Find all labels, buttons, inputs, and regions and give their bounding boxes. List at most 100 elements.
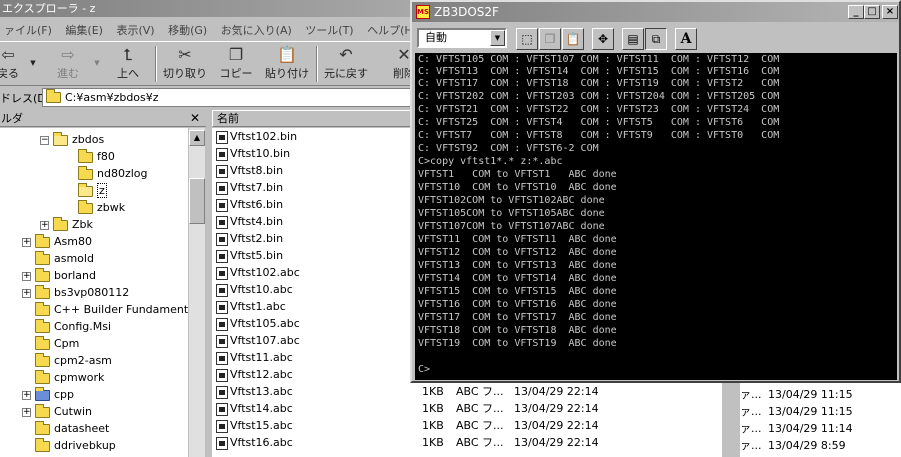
console-title-bar[interactable]: MS ZB3DOS2F _ □ × (412, 2, 899, 22)
tree-item-cpm2-asm[interactable]: cpm2-asm (35, 352, 112, 369)
folder-icon (78, 148, 93, 163)
console-prompt: C> (418, 364, 431, 375)
folder-icon (35, 420, 50, 435)
msdos-icon[interactable]: MS (416, 5, 430, 19)
tree-item-borland[interactable]: + borland (22, 267, 96, 284)
copy-button[interactable]: ❐ コピー (214, 45, 258, 85)
tree-item-zbwk[interactable]: zbwk (78, 199, 125, 216)
expand-icon[interactable]: + (22, 271, 31, 281)
tree-item-nd80zlog[interactable]: nd80zlog (78, 165, 148, 182)
tree-item-zbk[interactable]: + Zbk (40, 216, 93, 233)
folder-tree-scrollbar[interactable]: ▲ (188, 128, 205, 457)
close-icon[interactable]: ✕ (190, 110, 200, 127)
tree-item-cpmwork[interactable]: cpmwork (35, 369, 104, 386)
file-icon (216, 181, 228, 195)
forward-dropdown-icon[interactable]: ▼ (92, 45, 102, 85)
scroll-thumb[interactable] (189, 178, 205, 224)
console-line: VFTST105COM to VFTST105ABC done (418, 208, 605, 219)
tree-item-cutwin[interactable]: + Cutwin (22, 403, 92, 420)
fullscreen-button[interactable]: ✥ (592, 28, 614, 50)
menu-edit[interactable]: 編集(E) (61, 19, 109, 38)
file-icon (216, 198, 228, 212)
tree-item-cpm[interactable]: Cpm (35, 335, 79, 352)
paste-icon: 📋 (565, 32, 581, 46)
tree-item-zbdos[interactable]: − zbdos (40, 131, 104, 148)
minimize-button[interactable]: _ (848, 5, 864, 19)
paste-icon: 📋 (277, 45, 297, 64)
column-header-name[interactable]: 名前 (212, 110, 412, 127)
expand-icon[interactable]: + (22, 237, 31, 247)
console-line: C: VFTST92 COM : VFTST6-2 COM (418, 143, 599, 154)
expand-icon[interactable]: + (22, 407, 31, 417)
console-line: VFTST19 COM to VFTST19 ABC done (418, 338, 617, 349)
folder-icon (35, 267, 50, 282)
background-button[interactable]: ⧉ (645, 28, 667, 50)
copy-icon: ❐ (228, 45, 244, 64)
address-input[interactable]: C:¥asm¥zbdos¥z (42, 88, 414, 107)
console-line: C: VFTST25 COM : VFTST4 COM : VFTST5 COM… (418, 117, 780, 128)
expand-icon[interactable]: + (40, 220, 49, 230)
copy-button[interactable]: ❐ (539, 28, 561, 50)
background-window-edge (722, 382, 740, 457)
up-button[interactable]: ⮤ 上へ (108, 45, 148, 85)
scroll-up-icon[interactable]: ▲ (189, 130, 205, 146)
maximize-button[interactable]: □ (864, 5, 880, 19)
delete-button[interactable]: ✕ 削除 (384, 45, 412, 85)
font-button[interactable]: A (675, 28, 697, 50)
file-icon (216, 164, 228, 178)
console-line: VFTST15 COM to VFTST15 ABC done (418, 286, 617, 297)
file-icon (216, 249, 228, 263)
tree-item-cpp[interactable]: + cpp (22, 386, 74, 403)
menu-go[interactable]: 移動(G) (164, 19, 213, 38)
console-line: VFTST16 COM to VFTST16 ABC done (418, 299, 617, 310)
tree-item-ddrivebkup[interactable]: ddrivebkup (35, 437, 116, 454)
explorer-menubar: ァイル(F) 編集(E) 表示(V) 移動(G) お気に入り(A) ツール(T)… (0, 19, 417, 39)
copy-icon: ❐ (544, 32, 556, 46)
tree-item-cpp-builder[interactable]: C++ Builder Fundamental (35, 301, 188, 318)
file-icon (216, 317, 228, 331)
address-bar: ドレス(D) C:¥asm¥zbdos¥z (0, 87, 414, 108)
font-icon: A (680, 31, 692, 47)
properties-button[interactable]: ▤ (622, 28, 644, 50)
expand-icon[interactable]: + (22, 288, 31, 298)
menu-favorites[interactable]: お気に入り(A) (217, 19, 298, 38)
tree-item-bs3vp080112[interactable]: + bs3vp080112 (22, 284, 129, 301)
folder-icon (53, 216, 68, 231)
file-icon (216, 385, 228, 399)
cut-button[interactable]: ✂ 切り取り (162, 45, 208, 85)
folder-open-icon (53, 131, 68, 146)
forward-button[interactable]: ⇨ 進む (48, 45, 88, 85)
undo-icon: ↶ (339, 45, 353, 64)
collapse-icon[interactable]: − (40, 135, 49, 145)
tree-item-datasheet[interactable]: datasheet (35, 420, 109, 437)
font-size-select[interactable]: 自動 ▼ (417, 28, 507, 48)
console-line: C: VFTST21 COM : VFTST22 COM : VFTST23 C… (418, 104, 780, 115)
console-screen[interactable]: C: VFTST105 COM : VFTST107 COM : VFTST11… (415, 53, 897, 380)
menu-file[interactable]: ァイル(F) (0, 19, 58, 38)
expand-icon[interactable]: + (22, 390, 31, 400)
mark-button[interactable]: ⬚ (516, 28, 538, 50)
console-line: VFTST12 COM to VFTST12 ABC done (418, 247, 617, 258)
back-button[interactable]: ⇦ 戻る (0, 45, 22, 85)
file-icon (216, 147, 228, 161)
paste-button[interactable]: 📋 (562, 28, 584, 50)
console-line: C: VFTST13 COM : VFTST14 COM : VFTST15 C… (418, 66, 780, 77)
back-dropdown-icon[interactable]: ▼ (28, 45, 38, 85)
folder-icon (78, 199, 93, 214)
console-line: VFTST13 COM to VFTST13 ABC done (418, 260, 617, 271)
undo-button[interactable]: ↶ 元に戻す (322, 45, 370, 85)
console-line: VFTST14 COM to VFTST14 ABC done (418, 273, 617, 284)
menu-view[interactable]: 表示(V) (112, 19, 160, 38)
tree-item-z[interactable]: z (78, 182, 107, 199)
close-button[interactable]: × (882, 5, 898, 19)
file-icon (216, 402, 228, 416)
folder-open-icon (78, 182, 93, 197)
console-line: VFTST1 COM to VFTST1 ABC done (418, 169, 617, 180)
tree-item-asmold[interactable]: asmold (35, 250, 94, 267)
tree-item-f80[interactable]: f80 (78, 148, 115, 165)
paste-button[interactable]: 📋 貼り付け (262, 45, 312, 85)
menu-tools[interactable]: ツール(T) (301, 19, 359, 38)
chevron-down-icon[interactable]: ▼ (490, 30, 505, 46)
tree-item-asm80[interactable]: + Asm80 (22, 233, 92, 250)
tree-item-config-msi[interactable]: Config.Msi (35, 318, 111, 335)
